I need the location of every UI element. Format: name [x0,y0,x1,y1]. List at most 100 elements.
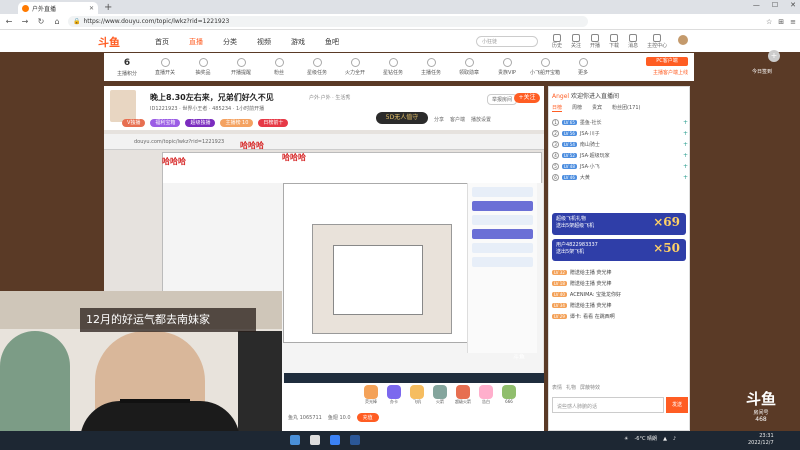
rank-row[interactable]: 5 LV 48 JSA·小飞 + [552,161,688,172]
nav-video[interactable]: 视频 [257,37,271,47]
tab-vip[interactable]: 贵宾 [592,104,602,112]
gift-promo-banner[interactable]: 用户4822983337 送出5架飞机 ×50 [552,239,686,261]
app-icon[interactable] [350,435,360,445]
rank-row[interactable]: 6 LV 46 大黄 + [552,172,688,183]
cat-item-7[interactable]: 主播任务 [412,58,450,76]
maximize-icon[interactable]: ☐ [772,1,778,9]
messages-button[interactable]: 消息 [628,34,638,49]
history-button[interactable]: 历史 [552,34,562,49]
cat-item-0[interactable]: 直播开关 [146,58,184,76]
cat-item-1[interactable]: 抽奖品 [184,58,222,76]
share-button[interactable]: 分享 [434,116,444,123]
medal-icon [464,58,474,67]
cat-item-11[interactable]: 更多 [564,58,602,76]
gift-item[interactable]: 超级火箭 [454,385,472,407]
rank-row[interactable]: 2 LV 56 JSA·川子 + [552,128,688,139]
douyu-logo[interactable]: 斗鱼 [98,34,134,49]
follow-list-button[interactable]: 关注 [571,34,581,49]
minimize-icon[interactable]: — [753,1,760,9]
room-category[interactable]: 户外·户外 · 生活秀 [309,94,350,101]
rank-row[interactable]: 4 LV 52 JSA·超级玩家 + [552,150,688,161]
playback-settings-button[interactable]: 播放设置 [471,116,491,123]
badge[interactable]: 主播榜 10 [220,119,254,127]
chat-user[interactable]: Angel [552,93,569,100]
bookmark-star-icon[interactable]: ☆ [766,18,772,26]
nav-live[interactable]: 直播 [189,37,203,47]
menu-icon[interactable]: ≡ [790,18,796,26]
emoji-button[interactable]: 表情 [552,384,562,391]
browser-icon[interactable] [330,435,340,445]
weather-text[interactable]: -6°C 晴朗 [634,435,657,442]
badge[interactable]: V独播 [122,119,146,127]
rank-row[interactable]: 3 LV 54 南山骑士 + [552,139,688,150]
client-download-link[interactable]: 主播客户端上线 [653,69,688,76]
gift-button[interactable]: 礼物 [566,384,576,391]
back-icon[interactable]: ← [4,17,14,26]
nav-category[interactable]: 分类 [223,37,237,47]
gift-item[interactable]: 666 [500,385,518,407]
forward-icon[interactable]: → [20,17,30,26]
badge[interactable]: 福利宝箱 [150,119,181,127]
pc-client-button[interactable]: PC客户端 [646,57,688,66]
cat-item-8[interactable]: 领取勋章 [450,58,488,76]
plus-icon[interactable]: + [683,163,688,170]
search-input[interactable]: 小狂徒 [476,36,538,47]
cat-item-10[interactable]: 小飞船开宝箱 [526,58,564,76]
url-field[interactable]: 🔒 https://www.douyu.com/topic/lwkz?rid=1… [68,16,588,27]
plus-icon[interactable]: + [683,119,688,126]
cat-item-9[interactable]: 贵族VIP [488,58,526,76]
badge[interactable]: 日榜前十 [258,119,289,127]
close-window-icon[interactable]: ✕ [790,1,796,9]
plus-icon[interactable]: + [683,174,688,181]
extensions-icon[interactable]: ⊞ [778,18,784,26]
download-button[interactable]: 下载 [609,34,619,49]
home-icon[interactable]: ⌂ [52,17,62,26]
follow-button[interactable]: +关注 [514,93,540,103]
new-tab-button[interactable]: + [104,2,112,14]
block-effects-toggle[interactable]: 屏蔽特效 [580,384,600,391]
signin-badge[interactable]: 今日签到 [752,68,772,75]
add-icon[interactable]: + [768,50,780,62]
anchor-points[interactable]: 6 主播积分 [108,58,146,77]
start-live-button[interactable]: 开播 [590,34,600,49]
plus-icon[interactable]: + [683,152,688,159]
reload-icon[interactable]: ↻ [36,17,46,26]
rank-row[interactable]: 1 LV 65 墨鱼·社长 + [552,117,688,128]
cat-item-2[interactable]: 开播提醒 [222,58,260,76]
file-explorer-icon[interactable] [290,435,300,445]
gift-promo-banner[interactable]: 超级飞机礼物 送出5架超级飞机 ×69 [552,213,686,235]
nav-game[interactable]: 游戏 [291,37,305,47]
badge[interactable]: 超级独播 [185,119,216,127]
volume-icon[interactable]: ♪ [673,436,676,442]
gift-item[interactable]: 荧光棒 [362,385,380,407]
network-icon[interactable]: ▲ [663,436,667,442]
nav-yuba[interactable]: 鱼吧 [325,37,339,47]
cat-item-4[interactable]: 星级任务 [298,58,336,76]
system-clock[interactable]: 23:31 2022/12/7 [748,433,774,447]
tab-daily-rank[interactable]: 日榜 [552,104,563,112]
chat-input[interactable]: 说些感人肺腑的话 [552,397,664,413]
send-button[interactable]: 发送 [666,397,688,413]
cat-item-6[interactable]: 星钻任务 [374,58,412,76]
task-view-icon[interactable] [310,435,320,445]
recharge-button[interactable]: 充值 [356,413,379,422]
user-avatar[interactable] [678,35,688,45]
control-center-button[interactable]: 主控中心 [647,34,667,49]
anchor-avatar[interactable] [110,90,136,122]
client-button[interactable]: 客户端 [450,116,465,123]
close-tab-icon[interactable]: ✕ [89,5,94,12]
lock-icon: 🔒 [73,18,81,25]
gift-item[interactable]: 告白 [477,385,495,407]
gift-item[interactable]: 办卡 [385,385,403,407]
plus-icon[interactable]: + [683,141,688,148]
gift-item[interactable]: 火箭 [431,385,449,407]
nav-home[interactable]: 首页 [155,37,169,47]
cat-item-3[interactable]: 粉丝 [260,58,298,76]
browser-tab[interactable]: 户外直播 ✕ [18,2,98,14]
gift-item[interactable]: 飞机 [408,385,426,407]
tab-weekly-rank[interactable]: 周榜 [572,104,582,112]
plus-icon[interactable]: + [683,130,688,137]
cat-item-5[interactable]: 火力全开 [336,58,374,76]
tab-fan-club[interactable]: 粉丝团(171) [612,104,640,112]
report-button[interactable]: 举报房间 [487,94,518,105]
